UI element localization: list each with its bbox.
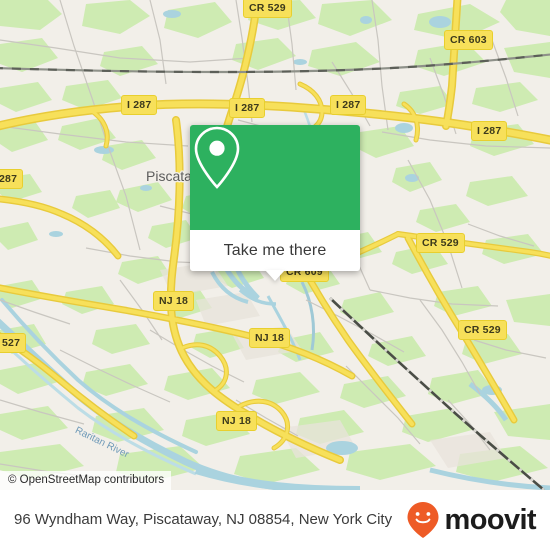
- road-shield-i287-left[interactable]: I 287: [121, 95, 158, 115]
- road-shield-nj18-lower[interactable]: NJ 18: [216, 411, 258, 431]
- road-shield-i287-midr[interactable]: I 287: [330, 95, 367, 115]
- moovit-wordmark: moovit: [444, 503, 537, 536]
- address-text: 96 Wyndham Way, Piscataway, NJ 08854, Ne…: [14, 510, 393, 528]
- road-shield-i287-edge[interactable]: 287: [0, 169, 24, 189]
- footer-bar: 96 Wyndham Way, Piscataway, NJ 08854, Ne…: [0, 490, 550, 550]
- take-me-there-label: Take me there: [223, 241, 327, 259]
- road-shield-cr529-lower[interactable]: CR 529: [458, 320, 507, 340]
- road-shield-cr529-right[interactable]: CR 529: [416, 233, 465, 253]
- moovit-brand[interactable]: moovit: [406, 501, 537, 539]
- screenshot-root: Piscata Raritan River CR 529 CR 603 I 28…: [0, 0, 550, 550]
- road-shield-nj18-upper[interactable]: NJ 18: [153, 291, 195, 311]
- take-me-there-button[interactable]: Take me there: [190, 230, 360, 281]
- road-shield-i287-right[interactable]: I 287: [471, 121, 508, 141]
- destination-popup-card[interactable]: Take me there: [190, 125, 360, 281]
- place-label-piscataway: Piscata: [146, 168, 192, 184]
- road-shield-i287-mid[interactable]: I 287: [229, 98, 266, 118]
- moovit-pin-icon: [407, 502, 439, 538]
- popup-pointer-tail: [265, 270, 285, 281]
- road-shield-nj18-mid[interactable]: NJ 18: [249, 328, 291, 348]
- road-shield-cr529-top[interactable]: CR 529: [243, 0, 292, 18]
- osm-attribution[interactable]: © OpenStreetMap contributors: [0, 471, 172, 490]
- road-shield-cr603[interactable]: CR 603: [444, 30, 493, 50]
- map-pin-icon: [194, 126, 240, 189]
- popup-header: [190, 125, 360, 230]
- map-canvas[interactable]: Piscata Raritan River CR 529 CR 603 I 28…: [0, 0, 550, 490]
- road-shield-cr527-edge[interactable]: 527: [0, 333, 27, 353]
